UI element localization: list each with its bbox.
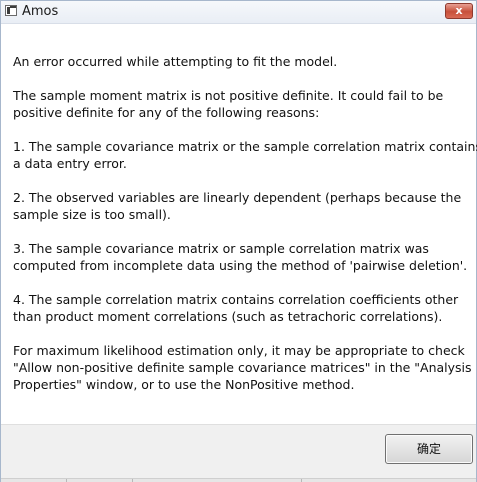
error-message: An error occurred while attempting to fi… bbox=[13, 53, 477, 410]
status-strip bbox=[1, 478, 476, 482]
message-line: positive definite for any of the followi… bbox=[13, 105, 320, 120]
message-paragraph: For maximum likelihood estimation only, … bbox=[13, 342, 472, 393]
message-paragraph: 2. The observed variables are linearly d… bbox=[13, 189, 462, 223]
message-paragraph: 1. The sample covariance matrix or the s… bbox=[13, 138, 477, 172]
message-line: The sample moment matrix is not positive… bbox=[13, 88, 444, 103]
message-line: computed from incomplete data using the … bbox=[13, 258, 468, 273]
message-line: sample size is too small). bbox=[13, 207, 171, 222]
ok-button[interactable]: 确定 bbox=[385, 434, 473, 464]
message-paragraph: 4. The sample correlation matrix contain… bbox=[13, 291, 459, 325]
message-line: Properties" window, or to use the NonPos… bbox=[13, 377, 355, 392]
message-paragraph: The sample moment matrix is not positive… bbox=[13, 87, 453, 121]
message-line: 3. The sample covariance matrix or sampl… bbox=[13, 241, 429, 256]
message-line: 1. The sample covariance matrix or the s… bbox=[13, 139, 477, 154]
message-line: "Allow non-positive definite sample cova… bbox=[13, 360, 472, 375]
close-button[interactable]: x bbox=[445, 3, 473, 19]
message-line: An error occurred while attempting to fi… bbox=[13, 54, 338, 69]
title-bar[interactable]: Amos x bbox=[1, 1, 476, 24]
message-line: 4. The sample correlation matrix contain… bbox=[13, 292, 459, 307]
message-line: a data entry error. bbox=[13, 156, 127, 171]
message-paragraph: 3. The sample covariance matrix or sampl… bbox=[13, 240, 468, 274]
message-line: than product moment correlations (such a… bbox=[13, 309, 443, 324]
amos-error-dialog: Amos x An error occurred while attemptin… bbox=[0, 0, 477, 482]
window-title: Amos bbox=[22, 4, 59, 19]
app-icon bbox=[5, 5, 17, 16]
message-line: For maximum likelihood estimation only, … bbox=[13, 343, 465, 358]
message-paragraph: An error occurred while attempting to fi… bbox=[13, 53, 453, 70]
message-line: 2. The observed variables are linearly d… bbox=[13, 190, 462, 205]
